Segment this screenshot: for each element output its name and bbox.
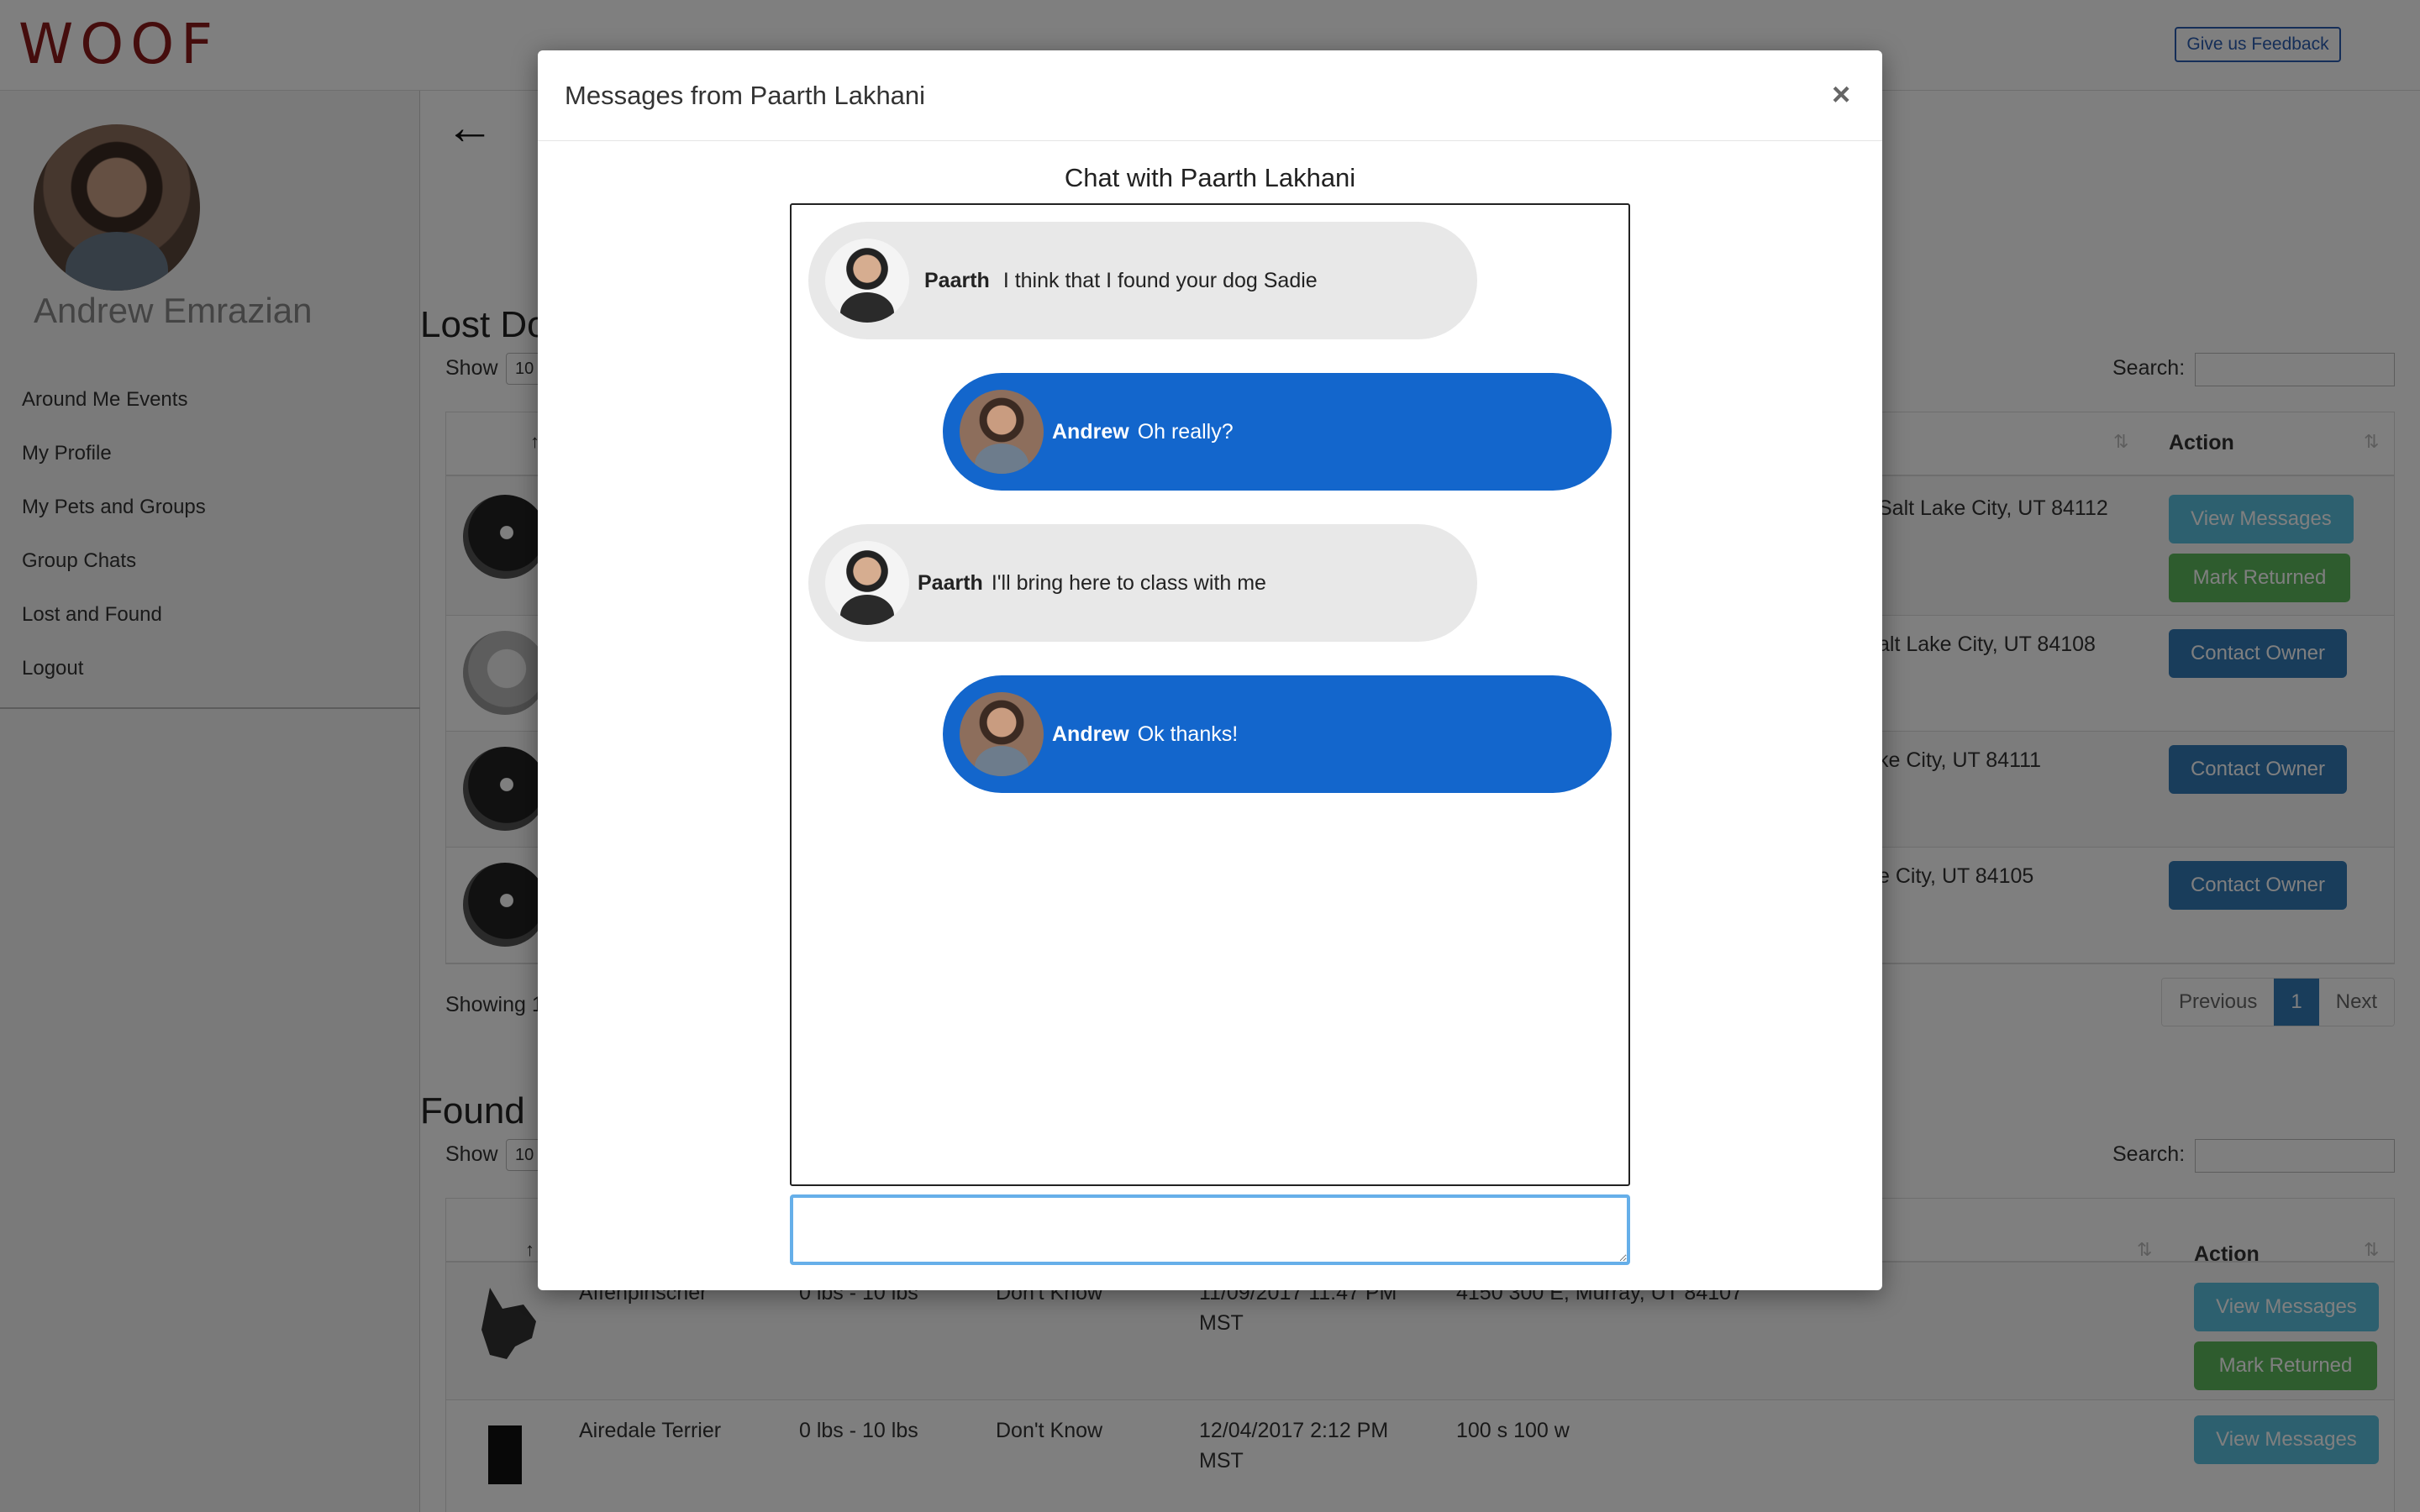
avatar [960, 692, 1044, 776]
message-sender: Paarth [924, 268, 990, 292]
message-text: Ok thanks! [1137, 722, 1239, 746]
messages-modal: Messages from Paarth Lakhani × Chat with… [538, 50, 1882, 1290]
chat-window[interactable]: Paarth I think that I found your dog Sad… [790, 203, 1630, 1186]
modal-header: Messages from Paarth Lakhani × [538, 50, 1882, 141]
message-sender: Andrew [1052, 722, 1129, 746]
message-incoming: Paarth I think that I found your dog Sad… [808, 222, 1477, 339]
message-text: Oh really? [1137, 419, 1234, 444]
avatar [825, 541, 909, 625]
message-sender: Paarth [918, 570, 983, 595]
avatar [825, 239, 909, 323]
message-text: I think that I found your dog Sadie [1002, 268, 1318, 292]
message-input[interactable] [790, 1194, 1630, 1265]
message-outgoing: Andrew Oh really? [943, 373, 1612, 491]
modal-title: Messages from Paarth Lakhani [565, 81, 926, 110]
avatar [960, 390, 1044, 474]
message-incoming: Paarth I'll bring here to class with me [808, 524, 1477, 642]
message-text: I'll bring here to class with me [991, 570, 1266, 595]
close-icon[interactable]: × [1832, 77, 1850, 113]
message-sender: Andrew [1052, 419, 1129, 444]
chat-title: Chat with Paarth Lakhani [1064, 163, 1356, 192]
message-outgoing: Andrew Ok thanks! [943, 675, 1612, 793]
